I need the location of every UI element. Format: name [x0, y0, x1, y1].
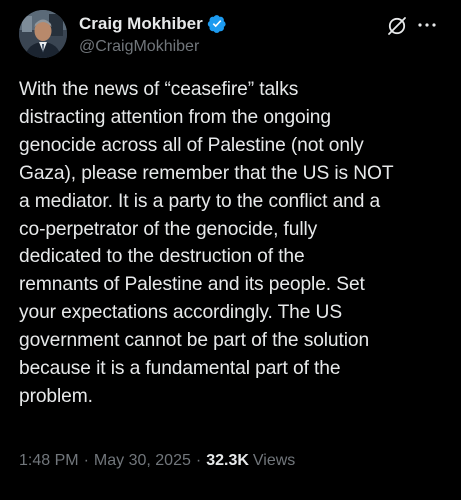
meta-separator: ·	[83, 452, 89, 469]
post-meta: 1:48 PM · May 30, 2025 · 32.3K Views	[19, 452, 295, 470]
avatar[interactable]	[19, 10, 67, 58]
tweet-header: Craig Mokhiber @CraigMokhiber	[19, 9, 444, 61]
post-time[interactable]: 1:48 PM	[19, 452, 79, 470]
post-text: With the news of “ceasefire” talks distr…	[19, 79, 394, 407]
verified-badge-icon[interactable]	[207, 14, 227, 34]
more-ellipsis-icon[interactable]	[416, 17, 438, 33]
meta-separator: ·	[195, 452, 202, 469]
post-date[interactable]: May 30, 2025	[94, 452, 191, 470]
display-name[interactable]: Craig Mokhiber	[79, 14, 203, 34]
views-label: Views	[252, 452, 296, 469]
tweet: Craig Mokhiber @CraigMokhiber With the n…	[0, 0, 461, 500]
display-name-row: Craig Mokhiber	[79, 13, 227, 35]
views-count[interactable]: 32.3K	[206, 452, 249, 470]
handle[interactable]: @CraigMokhiber	[79, 38, 227, 56]
grok-slash-icon[interactable]	[386, 15, 408, 37]
author-names: Craig Mokhiber @CraigMokhiber	[79, 13, 227, 56]
